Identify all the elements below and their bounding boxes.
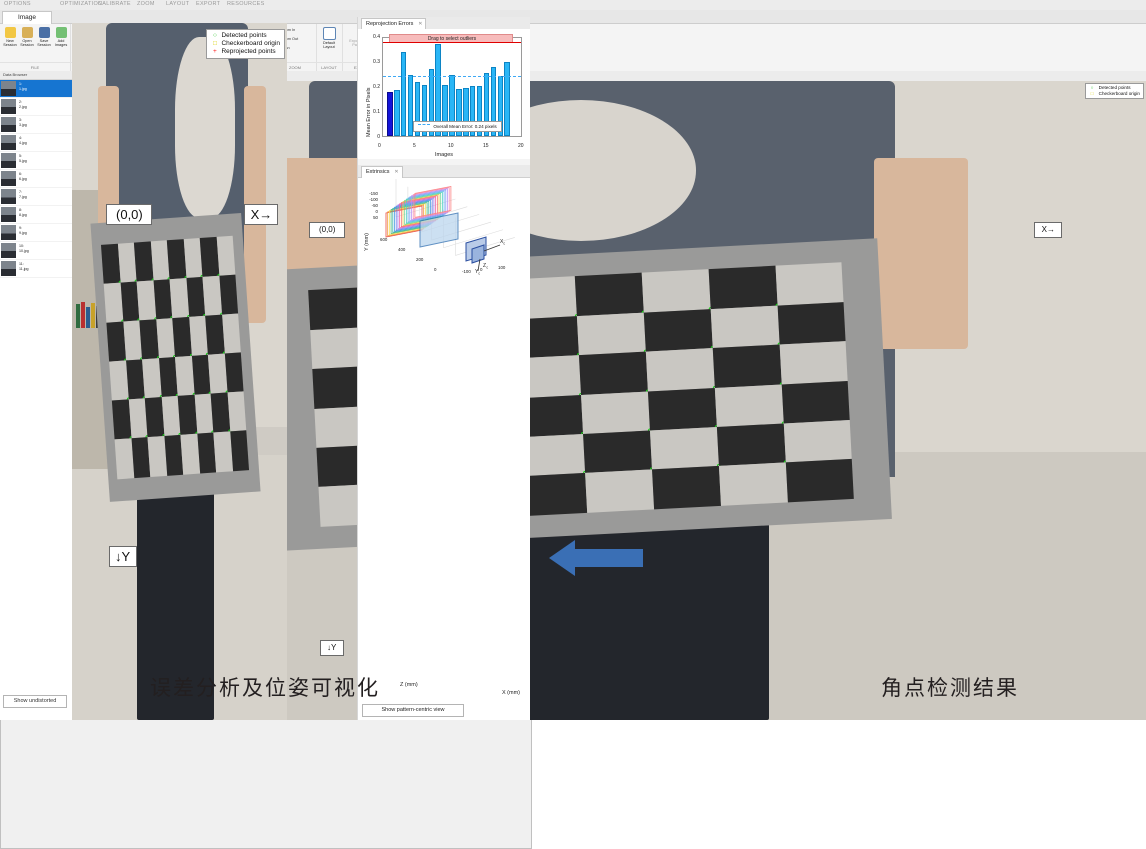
image-thumbnail xyxy=(1,261,16,276)
caption-error-analysis: 误差分析及位姿可视化 xyxy=(150,677,380,700)
extrinsics-xlabel: X (mm) xyxy=(501,690,520,696)
caption-corner-detection: 角点检测结果 xyxy=(881,677,1019,700)
flow-arrow-bottom xyxy=(549,540,643,576)
results-y-axis-tag: ↓Y xyxy=(108,545,137,567)
show-pattern-centric-view-button[interactable]: Show pattern-centric view xyxy=(362,704,464,717)
show-undistorted-button[interactable]: Show undistorted xyxy=(3,695,67,708)
